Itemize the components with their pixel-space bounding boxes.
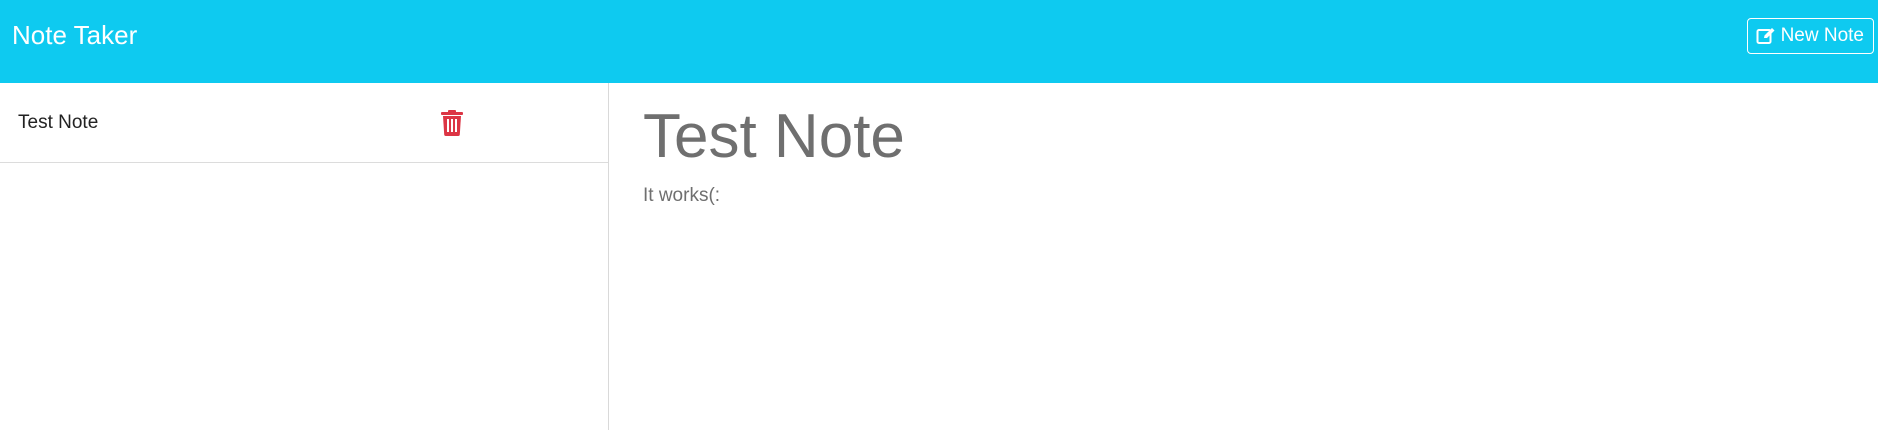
note-title-input[interactable]: Test Note: [643, 101, 905, 173]
note-list-item[interactable]: Test Note: [0, 83, 608, 163]
new-note-label: New Note: [1780, 25, 1864, 46]
navbar: Note Taker New Note: [0, 0, 1878, 83]
note-list-item-title[interactable]: Test Note: [18, 111, 98, 135]
app-brand[interactable]: Note Taker: [12, 18, 137, 52]
notes-sidebar: Test Note: [0, 83, 609, 430]
edit-icon: [1756, 27, 1776, 45]
note-editor: Test Note It works(:: [610, 83, 1878, 430]
note-text-area[interactable]: It works(:: [643, 184, 720, 208]
new-note-button[interactable]: New Note: [1746, 18, 1874, 54]
trash-icon[interactable]: [441, 110, 463, 136]
